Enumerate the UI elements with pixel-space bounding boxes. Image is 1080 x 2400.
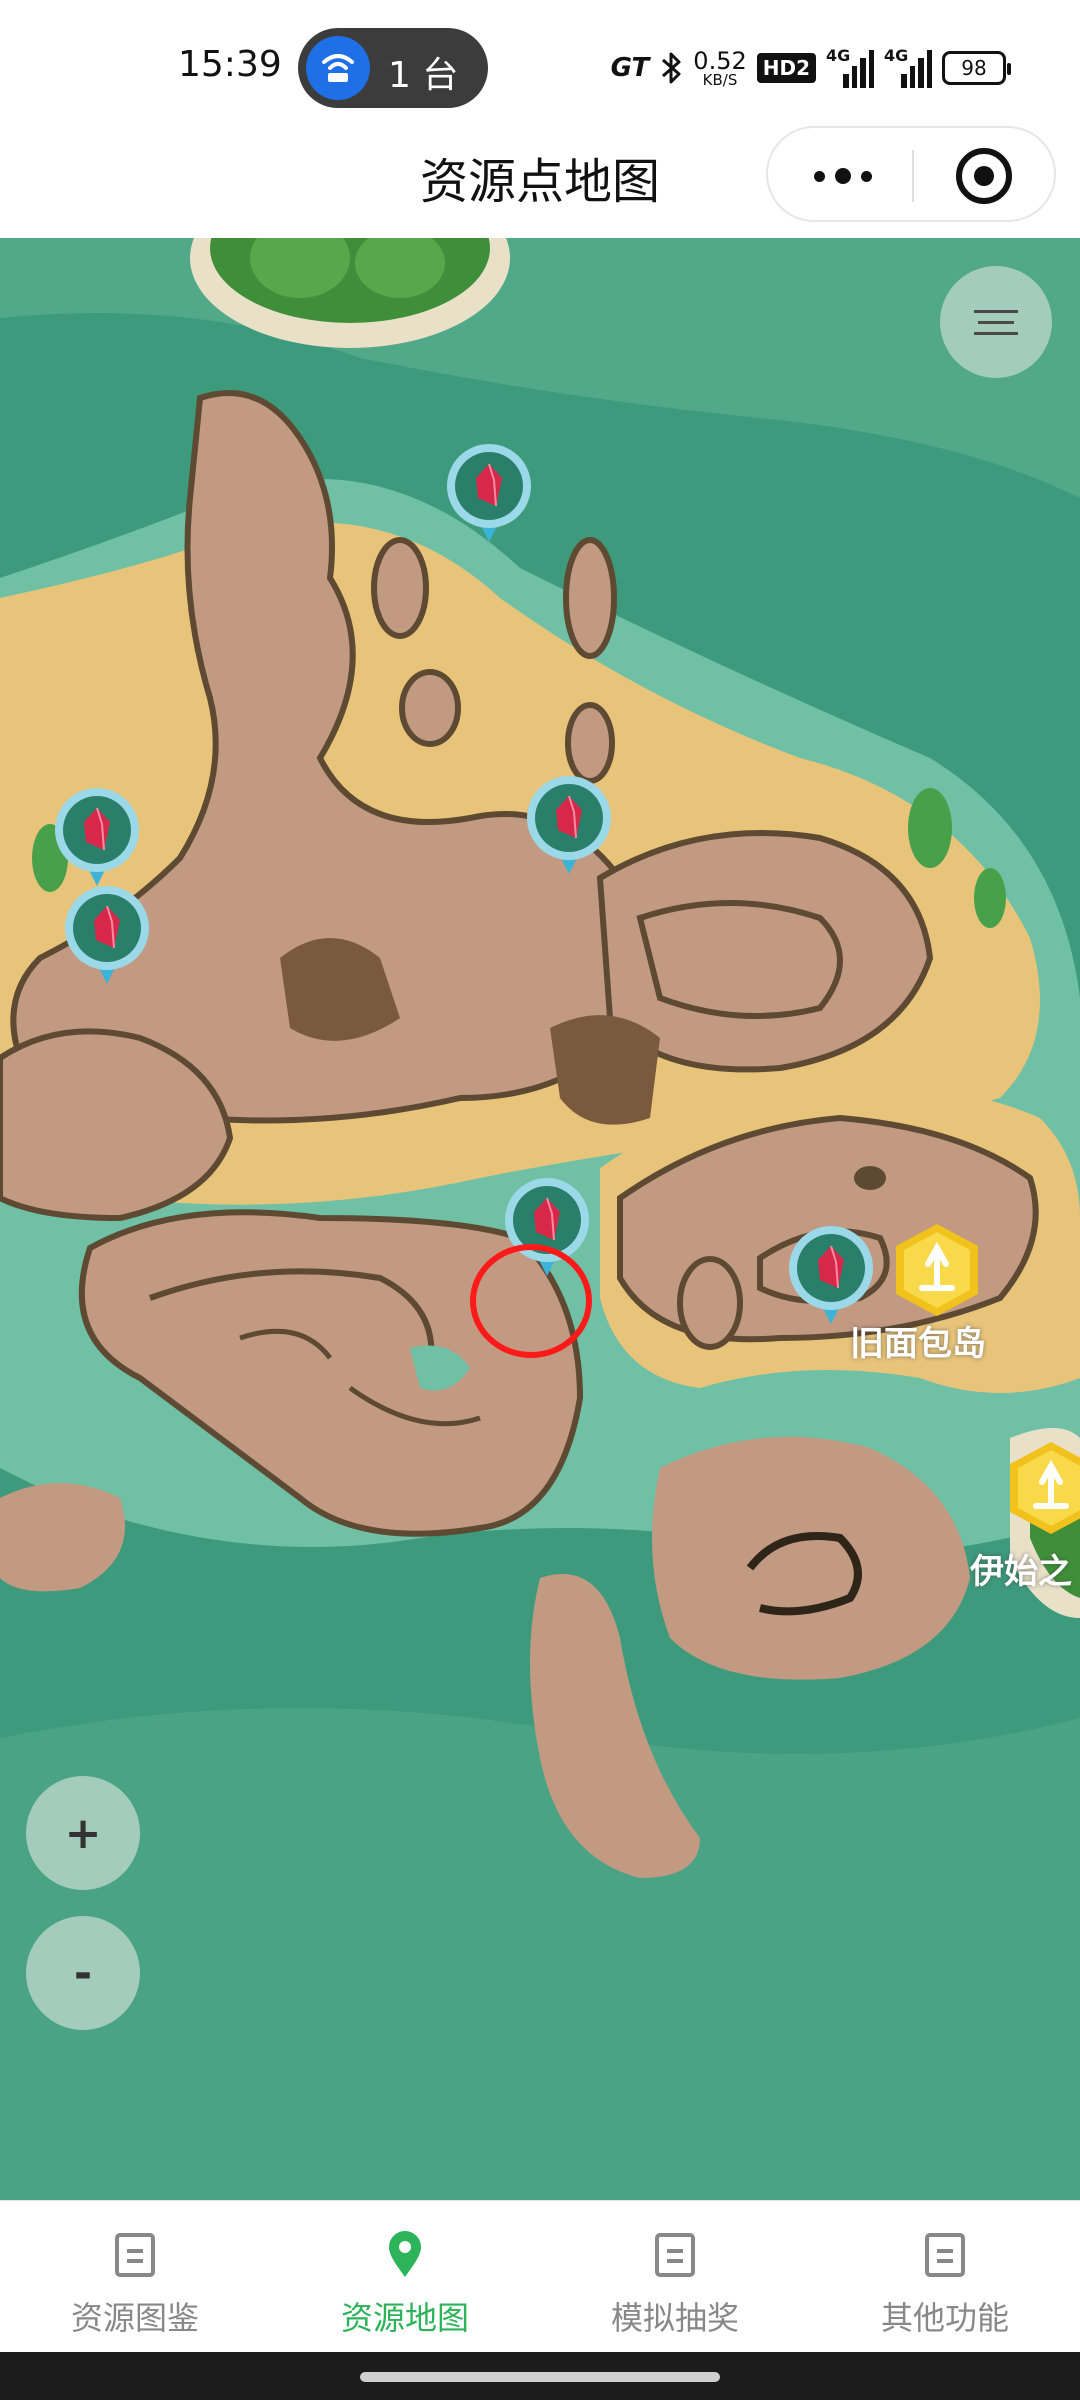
speed-unit: KB/S: [702, 70, 738, 89]
tab-label: 资源地图: [340, 2299, 469, 2337]
tab-label: 其他功能: [880, 2299, 1009, 2337]
map-menu-button[interactable]: [940, 266, 1052, 378]
more-button[interactable]: [788, 146, 898, 206]
signal-label: 4G: [884, 46, 909, 65]
status-time: 15:39: [178, 44, 282, 85]
document-icon: [115, 2233, 155, 2277]
battery-level: 98: [961, 56, 987, 80]
menu-line: [974, 309, 1018, 313]
bottom-tab-bar: 资源图鉴 资源地图 模拟抽奖 其他功能: [0, 2200, 1080, 2352]
dot-icon: [814, 170, 825, 182]
hotspot-indicator[interactable]: 1 台: [298, 28, 488, 108]
network-brand: GT: [610, 53, 650, 83]
tab-label: 资源图鉴: [70, 2299, 199, 2337]
signal-label: 4G: [826, 46, 851, 65]
hd-badge: HD2: [756, 53, 816, 83]
place-label: 旧面包岛: [850, 1324, 986, 1364]
hotspot-label: 1 台: [388, 55, 459, 96]
resource-marker[interactable]: [444, 442, 534, 552]
location-pin-icon: [389, 2231, 421, 2277]
zoom-out-button[interactable]: -: [26, 1916, 140, 2030]
battery-icon: 98: [942, 51, 1011, 85]
place-label: 伊始之: [970, 1552, 1072, 1592]
signal-icon: 4G: [884, 46, 933, 88]
network-speed: 0.52 KB/S: [693, 49, 746, 88]
teleport-waypoint-icon[interactable]: [892, 1222, 982, 1318]
selected-location-ring: [470, 1244, 592, 1358]
tab-resource-catalog[interactable]: 资源图鉴: [0, 2201, 270, 2352]
home-indicator[interactable]: [360, 2372, 720, 2382]
menu-line: [978, 320, 1014, 324]
navigation-bar: 资源点地图: [0, 126, 1080, 238]
zoom-in-button[interactable]: +: [26, 1776, 140, 1890]
menu-line: [974, 331, 1018, 335]
dot-icon: [835, 168, 851, 184]
status-bar: 15:39 1 台 GT 0.52 KB/S HD2 4G 4G 98: [0, 0, 1080, 132]
resource-marker[interactable]: [524, 774, 614, 884]
mini-program-capsule: [766, 126, 1056, 222]
tab-resource-map[interactable]: 资源地图: [270, 2201, 540, 2352]
tab-label: 模拟抽奖: [610, 2299, 739, 2337]
resource-map[interactable]: 旧面包岛 伊始之 + -: [0, 238, 1080, 2200]
status-indicators: GT 0.52 KB/S HD2 4G 4G 98: [610, 38, 1011, 98]
dot-icon: [861, 170, 872, 182]
target-icon: [974, 166, 994, 186]
capsule-divider: [912, 150, 914, 202]
teleport-waypoint-icon[interactable]: [1006, 1440, 1080, 1536]
document-icon: [655, 2233, 695, 2277]
close-mini-program-button[interactable]: [956, 148, 1012, 204]
system-gesture-area: [0, 2352, 1080, 2400]
document-icon: [925, 2233, 965, 2277]
hotspot-icon: [306, 36, 370, 100]
resource-marker[interactable]: [52, 786, 142, 896]
resource-marker[interactable]: [62, 884, 152, 994]
tab-gacha-simulator[interactable]: 模拟抽奖: [540, 2201, 810, 2352]
bluetooth-icon: [662, 52, 681, 84]
tab-other-features[interactable]: 其他功能: [810, 2201, 1080, 2352]
speed-value: 0.52: [693, 46, 747, 75]
signal-icon: 4G: [826, 46, 875, 88]
